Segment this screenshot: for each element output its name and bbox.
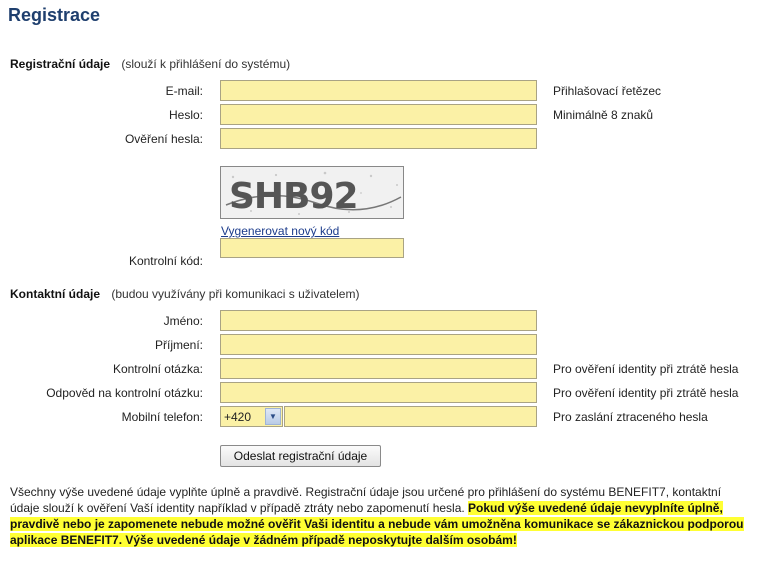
- mobile-row: Mobilní telefon: +420 ▼ Pro zaslání ztra…: [0, 406, 759, 428]
- email-field[interactable]: [220, 80, 537, 101]
- first-name-row: Jméno:: [0, 310, 759, 332]
- first-name-label: Jméno:: [163, 314, 203, 328]
- contact-heading: Kontaktní údaje: [10, 287, 101, 301]
- security-answer-label: Odpověd na kontrolní otázku:: [46, 386, 203, 400]
- password-confirm-label: Ověření hesla:: [124, 132, 203, 146]
- last-name-field[interactable]: [220, 334, 537, 355]
- email-label: E-mail:: [165, 84, 203, 98]
- password-field[interactable]: [220, 104, 537, 125]
- submit-button[interactable]: Odeslat registrační údaje: [220, 445, 381, 467]
- password-row: Heslo: Minimálně 8 znaků: [0, 104, 759, 126]
- password-confirm-field[interactable]: [220, 128, 537, 149]
- registration-note: (slouží k přihlášení do systému): [121, 57, 291, 71]
- email-hint: Přihlašovací řetězec: [553, 84, 662, 98]
- contact-section-heading: Kontaktní údaje (budou využívány při kom…: [10, 287, 359, 301]
- registration-heading: Registrační údaje: [10, 57, 111, 71]
- phone-prefix-value: +420: [224, 410, 252, 424]
- chevron-down-icon[interactable]: ▼: [265, 408, 281, 425]
- security-question-field[interactable]: [220, 358, 537, 379]
- last-name-row: Příjmení:: [0, 334, 759, 356]
- security-answer-field[interactable]: [220, 382, 537, 403]
- page-title: Registrace: [8, 5, 101, 25]
- email-row: E-mail: Přihlašovací řetězec: [0, 80, 759, 102]
- security-question-row: Kontrolní otázka: Pro ověření identity p…: [0, 358, 759, 380]
- first-name-field[interactable]: [220, 310, 537, 331]
- phone-number-field[interactable]: [284, 406, 537, 427]
- security-question-hint: Pro ověření identity při ztrátě hesla: [553, 362, 739, 376]
- password-hint: Minimálně 8 znaků: [553, 108, 654, 122]
- captcha-text: SHB92: [229, 176, 358, 217]
- password-label: Heslo:: [168, 108, 203, 122]
- security-answer-row: Odpověd na kontrolní otázku: Pro ověření…: [0, 382, 759, 404]
- mobile-label: Mobilní telefon:: [121, 410, 203, 424]
- registration-section-heading: Registrační údaje (slouží k přihlášení d…: [10, 57, 290, 71]
- regenerate-captcha-link[interactable]: Vygenerovat nový kód: [221, 224, 339, 238]
- captcha-image: SHB92: [220, 166, 404, 219]
- mobile-hint: Pro zaslání ztraceného hesla: [553, 410, 708, 424]
- contact-note: (budou využívány při komunikaci s uživat…: [111, 287, 360, 301]
- security-question-label: Kontrolní otázka:: [112, 362, 203, 376]
- phone-prefix-select[interactable]: +420 ▼: [220, 406, 283, 427]
- captcha-label: Kontrolní kód:: [128, 254, 203, 268]
- captcha-input[interactable]: [220, 238, 404, 258]
- security-answer-hint: Pro ověření identity při ztrátě hesla: [553, 386, 739, 400]
- password-confirm-row: Ověření hesla:: [0, 128, 759, 150]
- last-name-label: Příjmení:: [154, 338, 203, 352]
- footer-notice: Všechny výše uvedené údaje vyplňte úplně…: [10, 484, 750, 548]
